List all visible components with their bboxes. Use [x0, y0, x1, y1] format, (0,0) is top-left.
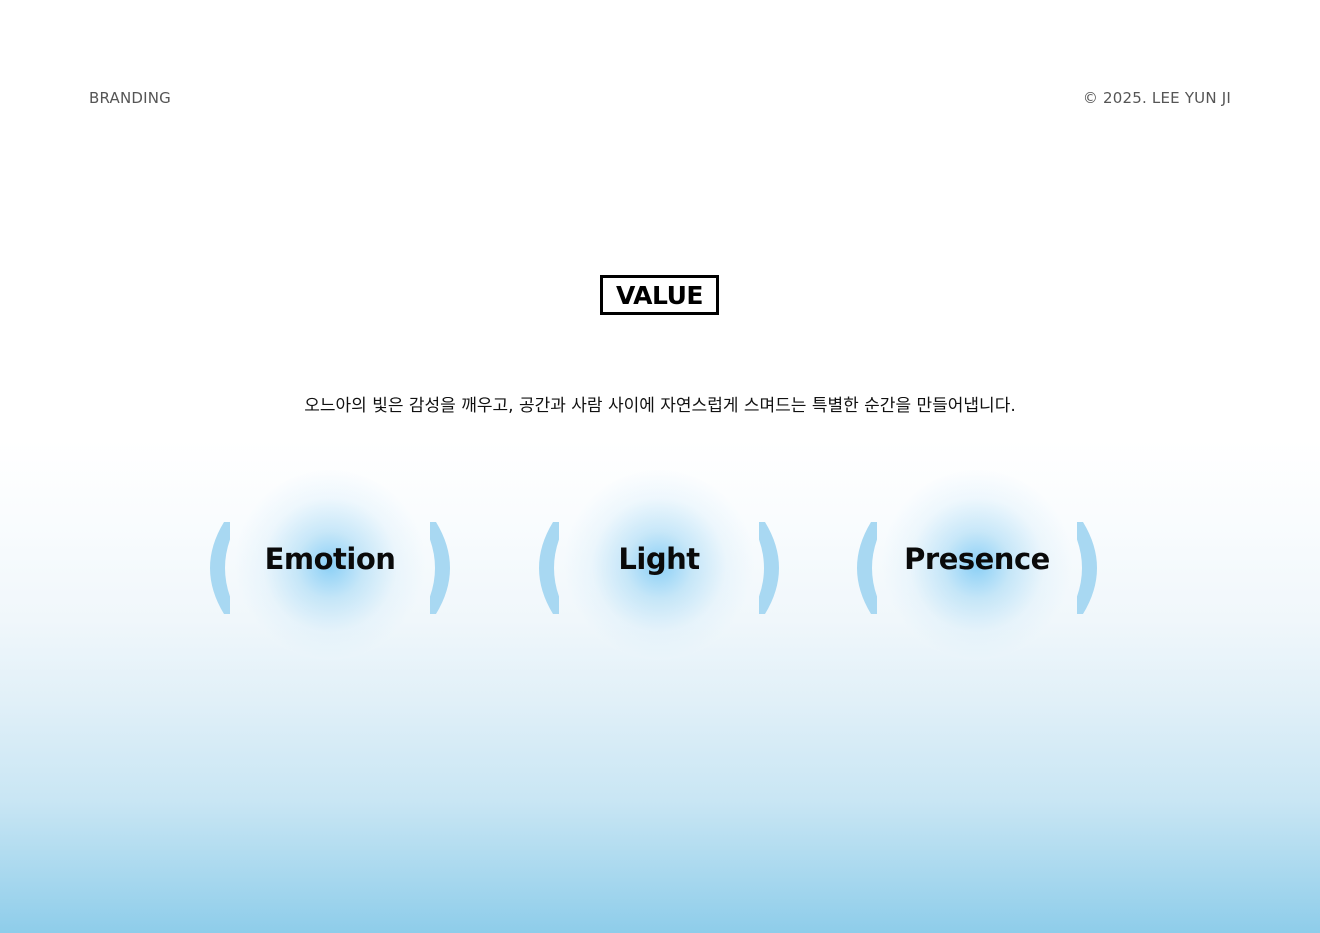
- right-parenthesis-icon: [430, 522, 450, 614]
- value-label: Presence: [904, 542, 1050, 576]
- section-title: VALUE: [616, 280, 703, 310]
- right-parenthesis-icon: [759, 522, 779, 614]
- value-label: Emotion: [264, 542, 396, 576]
- section-title-box: VALUE: [600, 275, 719, 315]
- copyright-label: © 2025. LEE YUN JI: [1082, 89, 1231, 107]
- value-label: Light: [618, 542, 700, 576]
- value-item-light: Light: [529, 470, 789, 660]
- section-description: 오느아의 빛은 감성을 깨우고, 공간과 사람 사이에 자연스럽게 스며드는 특…: [304, 396, 1016, 416]
- value-item-presence: Presence: [847, 470, 1107, 660]
- value-item-emotion: Emotion: [200, 470, 460, 660]
- right-parenthesis-icon: [1077, 522, 1097, 614]
- branding-label: BRANDING: [89, 89, 172, 107]
